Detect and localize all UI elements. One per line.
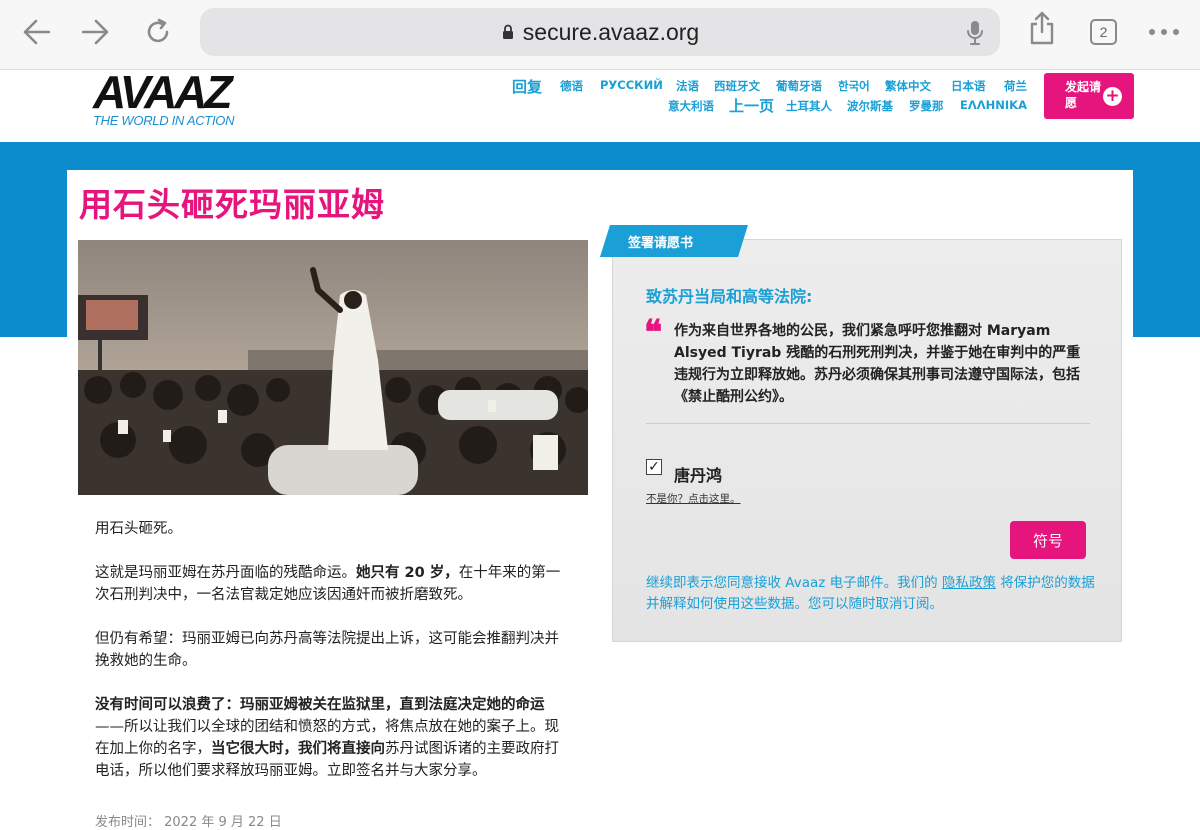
petition-heading: 致苏丹当局和高等法院:	[646, 287, 813, 306]
petition-text: 作为来自世界各地的公民，我们紧急呼吁您推翻对 Maryam Alsyed Tiy…	[674, 323, 1081, 405]
article-paragraph: 用石头砸死。	[95, 521, 182, 537]
lang-link-portuguese[interactable]: 葡萄牙语	[776, 78, 822, 94]
lang-link-turkish[interactable]: 土耳其人	[786, 98, 832, 114]
lang-link-reply[interactable]: 回复	[512, 76, 542, 97]
article-body: 用石头砸死。 这就是玛丽亚姆在苏丹面临的残酷命运。她只有 20 岁，在十年来的第…	[95, 518, 570, 804]
article-paragraph: 没有时间可以浪费了：玛丽亚姆被关在监狱里，直到法庭决定她的命运——所以让我们以全…	[95, 697, 559, 779]
logo-wordmark: AVAAZ	[93, 66, 233, 118]
lang-link-greek[interactable]: ΕΛΛΗΝΙΚΑ	[960, 98, 1027, 112]
article-photo	[78, 240, 588, 495]
lang-link-russian[interactable]: РУССКИЙ	[600, 78, 663, 92]
share-icon[interactable]	[1024, 10, 1060, 46]
article-paragraph: 这就是玛丽亚姆在苏丹面临的残酷命运。她只有 20 岁，在十年来的第一次石刑判决中…	[95, 565, 561, 603]
lang-link-spanish[interactable]: 西班牙文	[714, 78, 760, 94]
petition-tag: 签署请愿书	[628, 236, 694, 251]
lang-link-polish[interactable]: 波尔斯基	[847, 98, 893, 114]
sign-button[interactable]: 符号	[1010, 521, 1086, 559]
divider	[646, 423, 1090, 424]
avaaz-logo[interactable]: AVAAZ THE WORLD IN ACTION	[93, 66, 235, 128]
lang-link-italian[interactable]: 意大利语	[668, 98, 714, 114]
signer-name: 唐丹鸿	[674, 466, 723, 485]
quote-icon: ❝	[644, 313, 663, 353]
remember-me-checkbox[interactable]: ✓	[646, 459, 662, 475]
page-title: 用石头砸死玛丽亚姆	[79, 185, 385, 224]
microphone-icon[interactable]	[966, 20, 984, 46]
browser-toolbar: secure.avaaz.org 2	[0, 0, 1200, 70]
site-header: AVAAZ THE WORLD IN ACTION 回复 德语 РУССКИЙ …	[0, 66, 1200, 142]
lang-link-traditional-chinese[interactable]: 繁体中文	[885, 78, 931, 94]
address-bar[interactable]: secure.avaaz.org	[200, 8, 1000, 56]
lang-link-german[interactable]: 德语	[560, 78, 583, 94]
privacy-policy-link[interactable]: 隐私政策	[942, 575, 996, 591]
lang-link-french[interactable]: 法语	[676, 78, 699, 94]
url-text: secure.avaaz.org	[522, 18, 700, 45]
logo-tagline: THE WORLD IN ACTION	[93, 113, 235, 128]
published-date: 发布时间： 2022 年 9 月 22 日	[95, 815, 282, 830]
start-petition-label: 发起请愿	[1065, 80, 1102, 110]
article-paragraph: 但仍有希望：玛丽亚姆已向苏丹高等法院提出上诉，这可能会推翻判决并挽救她的生命。	[95, 631, 559, 669]
lock-icon	[502, 24, 513, 39]
forward-arrow-icon[interactable]	[78, 14, 114, 50]
more-options-icon[interactable]	[1146, 14, 1182, 50]
lang-link-dutch[interactable]: 荷兰	[1004, 78, 1027, 94]
plus-icon: +	[1103, 87, 1122, 106]
lang-link-previous[interactable]: 上一页	[729, 95, 774, 116]
back-arrow-icon[interactable]	[18, 14, 54, 50]
lang-link-korean[interactable]: 한국어	[838, 78, 870, 94]
tabs-button[interactable]: 2	[1090, 19, 1117, 45]
reload-icon[interactable]	[140, 14, 176, 50]
not-you-link[interactable]: 不是你？点击这里。	[646, 491, 741, 506]
start-petition-button[interactable]: 发起请愿 +	[1044, 73, 1134, 119]
lang-link-japanese[interactable]: 日本语	[951, 78, 986, 94]
privacy-disclaimer: 继续即表示您同意接收 Avaaz 电子邮件。我们的 隐私政策 将保护您的数据并解…	[646, 575, 1095, 612]
lang-link-romanian[interactable]: 罗曼那	[909, 98, 944, 114]
crowd-photo-illustration	[78, 240, 588, 495]
